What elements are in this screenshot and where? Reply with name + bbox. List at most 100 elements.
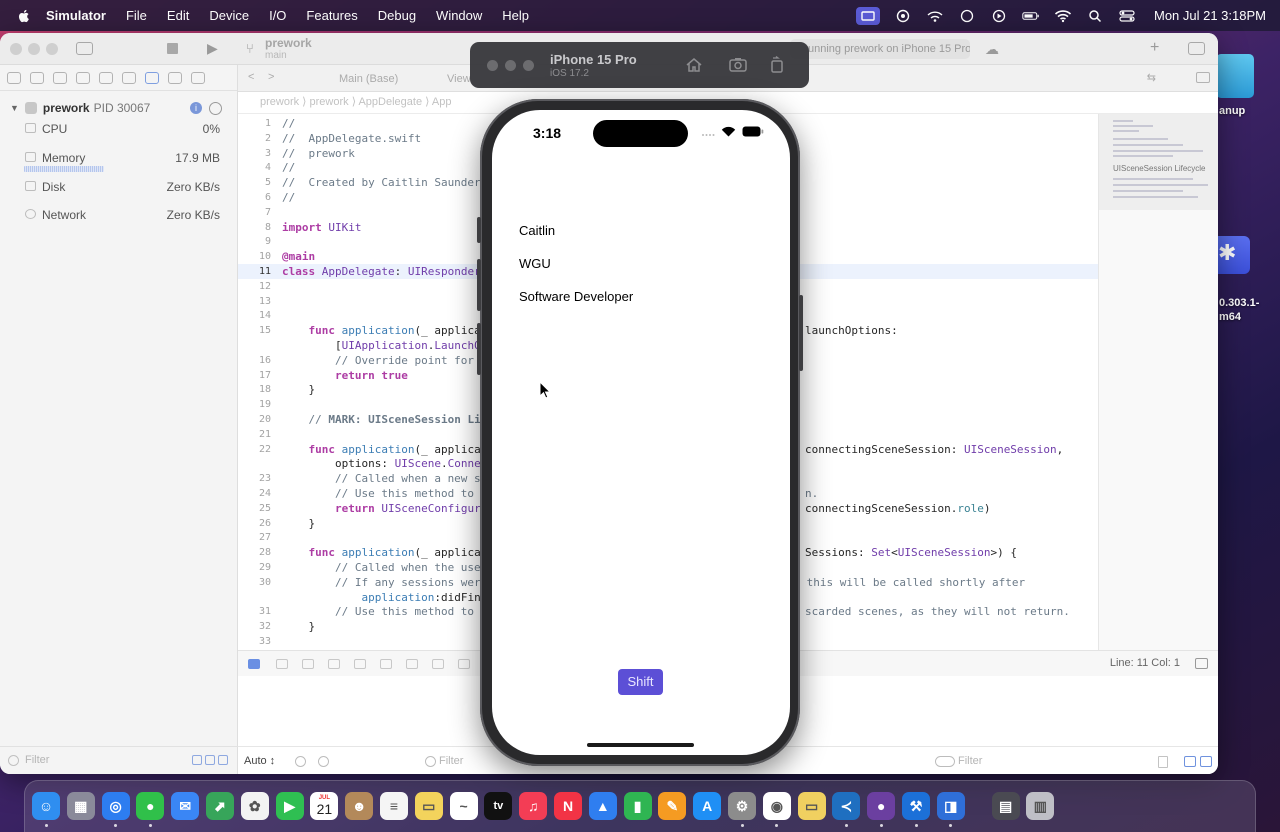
screen-mirror-icon[interactable] — [855, 6, 880, 25]
keynote-icon[interactable]: ▲ — [588, 792, 617, 820]
now-playing-icon[interactable] — [990, 9, 1008, 23]
calendar-icon[interactable]: JUL 21 — [310, 792, 339, 820]
notes-folder-icon[interactable]: ▭ — [797, 792, 826, 820]
close-window-button[interactable] — [10, 43, 22, 55]
reports-tab-icon[interactable] — [191, 71, 205, 84]
numbers-icon[interactable]: ▮ — [623, 792, 652, 820]
step-out-icon[interactable] — [354, 659, 366, 669]
menu-edit[interactable]: Edit — [167, 8, 189, 23]
jumpbar-group[interactable]: prework — [310, 96, 349, 108]
source-control-tab-icon[interactable] — [30, 71, 44, 84]
variables-scope-dropdown[interactable]: Auto ↕ — [244, 755, 275, 767]
show-variables-pane-icon[interactable] — [1184, 756, 1196, 767]
sim-close-button[interactable] — [487, 60, 498, 71]
downloads-icon[interactable]: ▤ — [991, 792, 1020, 820]
find-tab-icon[interactable] — [76, 71, 90, 84]
run-icon[interactable]: ▶ — [207, 41, 218, 55]
contacts-icon[interactable]: ☻ — [345, 792, 374, 820]
editor-options-icon[interactable]: ⇆ — [1147, 71, 1156, 84]
cpu-gauge[interactable]: CPU 0% — [22, 122, 220, 142]
menu-io[interactable]: I/O — [269, 8, 286, 23]
home-indicator[interactable] — [587, 743, 694, 747]
messages-icon[interactable]: ● — [136, 792, 165, 820]
console-toggle-icon[interactable] — [248, 659, 260, 669]
spotlight-search-icon[interactable] — [1086, 9, 1104, 23]
rotate-icon[interactable] — [767, 55, 787, 75]
action-button[interactable] — [477, 217, 481, 243]
view-hierarchy-icon[interactable] — [380, 659, 392, 669]
minimize-window-button[interactable] — [28, 43, 40, 55]
menu-features[interactable]: Features — [306, 8, 357, 23]
system-settings-icon[interactable]: ⚙ — [728, 792, 756, 820]
variables-filter-placeholder[interactable]: Filter — [439, 755, 463, 767]
mail-icon[interactable]: ✉ — [171, 792, 200, 820]
pages-icon[interactable]: ✎ — [658, 792, 687, 820]
chrome-icon[interactable]: ◉ — [762, 792, 791, 820]
network-gauge[interactable]: Network Zero KB/s — [22, 208, 220, 228]
project-navigator-tab-icon[interactable] — [7, 71, 21, 84]
jumpbar-symbol[interactable]: App — [432, 96, 452, 108]
battery-icon[interactable] — [1022, 9, 1040, 23]
home-icon[interactable] — [684, 55, 704, 75]
reminders-icon[interactable]: ≡ — [380, 792, 408, 820]
news-icon[interactable]: N — [554, 792, 582, 820]
menu-app-name[interactable]: Simulator — [46, 8, 106, 23]
volume-up-button[interactable] — [477, 259, 481, 311]
console-filter-placeholder[interactable]: Filter — [958, 755, 982, 767]
environment-overrides-icon[interactable] — [432, 659, 444, 669]
vscode-icon[interactable]: ≺ — [832, 792, 861, 820]
split-editor-icon[interactable] — [1196, 72, 1210, 83]
photos-icon[interactable]: ✿ — [240, 792, 269, 820]
disclosure-triangle-icon[interactable]: ▼ — [10, 103, 19, 113]
desktop-folder-icon[interactable] — [1216, 54, 1254, 98]
sim-zoom-button[interactable] — [523, 60, 534, 71]
status-circle-icon[interactable] — [958, 9, 976, 23]
memory-gauge[interactable]: Memory 17.9 MB — [22, 151, 220, 179]
process-status-icon[interactable] — [209, 101, 222, 115]
github-desktop-icon[interactable]: ● — [867, 792, 896, 820]
add-icon[interactable]: + — [1150, 40, 1159, 56]
tab-main-base[interactable]: Main (Base) — [339, 73, 398, 85]
status-wifi-alt-icon[interactable] — [926, 9, 944, 23]
hide-debug-area-icon[interactable] — [1195, 658, 1208, 669]
scheme-branch-name[interactable]: main — [265, 50, 287, 61]
inspector-toggle-icon[interactable] — [1188, 42, 1205, 55]
minimap[interactable]: UISceneSession Lifecycle — [1098, 114, 1218, 660]
issues-tab-icon[interactable] — [99, 71, 113, 84]
control-center-icon[interactable] — [1118, 9, 1136, 23]
side-button[interactable] — [799, 295, 803, 371]
simulator-icon[interactable]: ◨ — [936, 792, 965, 820]
zoom-window-button[interactable] — [46, 43, 58, 55]
eye-icon[interactable] — [295, 756, 306, 767]
tests-tab-icon[interactable] — [122, 71, 136, 84]
volume-down-button[interactable] — [477, 323, 481, 375]
step-into-icon[interactable] — [328, 659, 340, 669]
forward-icon[interactable]: > — [268, 71, 274, 83]
scheme-project-name[interactable]: prework — [265, 36, 312, 50]
status-app-icon[interactable] — [894, 9, 912, 23]
process-row[interactable]: ▼ prework PID 30067 i — [10, 101, 222, 115]
filter-option-icon[interactable] — [205, 755, 215, 765]
menu-help[interactable]: Help — [502, 8, 529, 23]
menu-debug[interactable]: Debug — [378, 8, 416, 23]
jumpbar-project[interactable]: prework — [260, 96, 299, 108]
finder-icon[interactable]: ☺ — [32, 792, 60, 820]
freeform-icon[interactable]: ~ — [449, 792, 478, 820]
app-store-icon[interactable]: A — [693, 792, 722, 820]
filter-option-icon[interactable] — [218, 755, 228, 765]
menu-device[interactable]: Device — [209, 8, 249, 23]
tv-icon[interactable]: tv — [484, 792, 513, 820]
shift-button[interactable]: Shift — [618, 669, 663, 695]
iphone-screen[interactable]: 3:18 Caitlin WGU Software Developer Shif… — [492, 110, 790, 755]
facetime-icon[interactable]: ▶ — [275, 792, 304, 820]
screenshot-icon[interactable] — [728, 55, 748, 75]
wifi-icon[interactable] — [1054, 9, 1072, 23]
tab-view[interactable]: View — [447, 73, 471, 85]
show-console-pane-icon[interactable] — [1200, 756, 1212, 767]
maps-icon[interactable]: ⬈ — [206, 792, 234, 820]
info-icon[interactable] — [318, 756, 329, 767]
step-over-icon[interactable] — [302, 659, 314, 669]
jumpbar-file[interactable]: AppDelegate — [358, 96, 422, 108]
menubar-clock[interactable]: Mon Jul 21 3:18PM — [1154, 8, 1266, 23]
memory-graph-icon[interactable] — [406, 659, 418, 669]
